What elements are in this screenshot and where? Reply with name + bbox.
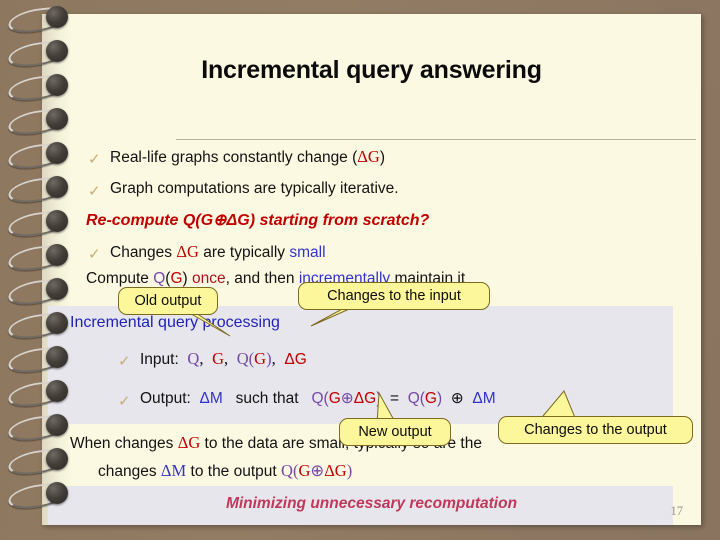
query-q-symbol: Q (153, 270, 166, 287)
text-segment: , (224, 349, 229, 368)
oplus-symbol: ⊕ (310, 461, 325, 480)
text-segment: ) (379, 149, 385, 166)
text-segment: changes (98, 463, 161, 480)
delta-g-symbol: ΔG (284, 351, 307, 368)
recompute-question: Re-compute Q(G⊕ΔG) starting from scratch… (86, 212, 430, 229)
slide-page: Incremental query answering ✓ Real-life … (42, 14, 701, 525)
graph-g-symbol: G (254, 349, 267, 368)
callout-changes-to-input[interactable]: Changes to the input (286, 282, 501, 337)
graph-g-symbol: G (212, 349, 224, 368)
delta-m-symbol: ΔM (160, 461, 187, 480)
text-segment: to the output (186, 463, 282, 480)
text-segment: are typically (198, 244, 290, 261)
highlight-once: once (187, 270, 226, 287)
changes-small-line: Changes ΔG are typically small (110, 242, 326, 261)
highlight-small: small (289, 244, 326, 261)
input-label: Input: (140, 351, 179, 368)
bullet-text-graph-computations: Graph computations are typically iterati… (110, 180, 399, 197)
query-q-symbol: Q (311, 390, 324, 407)
text-segment: such that (235, 390, 299, 407)
text-segment: ) (346, 461, 353, 480)
callout-old-output[interactable]: Old output (118, 287, 258, 339)
page-title: Incremental query answering (201, 56, 542, 84)
query-q-symbol: Q (281, 461, 293, 480)
callout-bubble[interactable]: Changes to the input (298, 282, 490, 310)
delta-g-symbol: ΔG (357, 147, 380, 166)
delta-m-symbol: ΔM (472, 390, 496, 407)
when-changes-line-2: changes ΔM to the output Q(G⊕ΔG) (98, 461, 353, 480)
bullet-text-real-life: Real-life graphs constantly change (ΔG) (110, 147, 385, 166)
graph-g-symbol: G (170, 270, 183, 287)
text-segment: Real-life graphs constantly change ( (110, 149, 358, 166)
banner-text: Minimizing unnecessary recomputation (225, 495, 518, 512)
callout-new-output[interactable]: New output (339, 391, 464, 448)
callout-bubble[interactable]: Old output (118, 287, 218, 315)
bullet-check-icon: ✓ (88, 183, 101, 200)
bullet-check-icon: ✓ (118, 353, 131, 370)
callout-bubble[interactable]: Changes to the output (498, 416, 693, 444)
query-q-symbol: Q (236, 349, 249, 368)
callout-changes-to-output[interactable]: Changes to the output (498, 390, 698, 448)
text-segment: Changes (110, 244, 177, 261)
page-number: 17 (670, 504, 684, 518)
text-segment: When changes (70, 435, 178, 452)
delta-g-symbol: ΔG (176, 242, 199, 261)
input-line: Input: Q, G, Q(G), ΔG (140, 349, 307, 368)
query-q-symbol: Q (187, 349, 200, 368)
text-segment: Compute (86, 270, 154, 287)
callout-bubble[interactable]: New output (339, 418, 451, 446)
text-segment: , (199, 349, 204, 368)
text-segment: , (271, 349, 276, 368)
delta-g-symbol: ΔG (324, 461, 347, 480)
bullet-check-icon: ✓ (118, 393, 131, 410)
delta-m-symbol: ΔM (199, 390, 223, 407)
title-divider (176, 139, 696, 140)
delta-g-symbol: ΔG (177, 433, 201, 452)
notebook-background: Incremental query answering ✓ Real-life … (0, 0, 720, 540)
page-edge-shading (42, 14, 72, 525)
bullet-check-icon: ✓ (88, 246, 101, 263)
graph-g-symbol: G (298, 461, 311, 480)
output-label: Output: (140, 390, 191, 407)
bullet-check-icon: ✓ (88, 151, 101, 168)
